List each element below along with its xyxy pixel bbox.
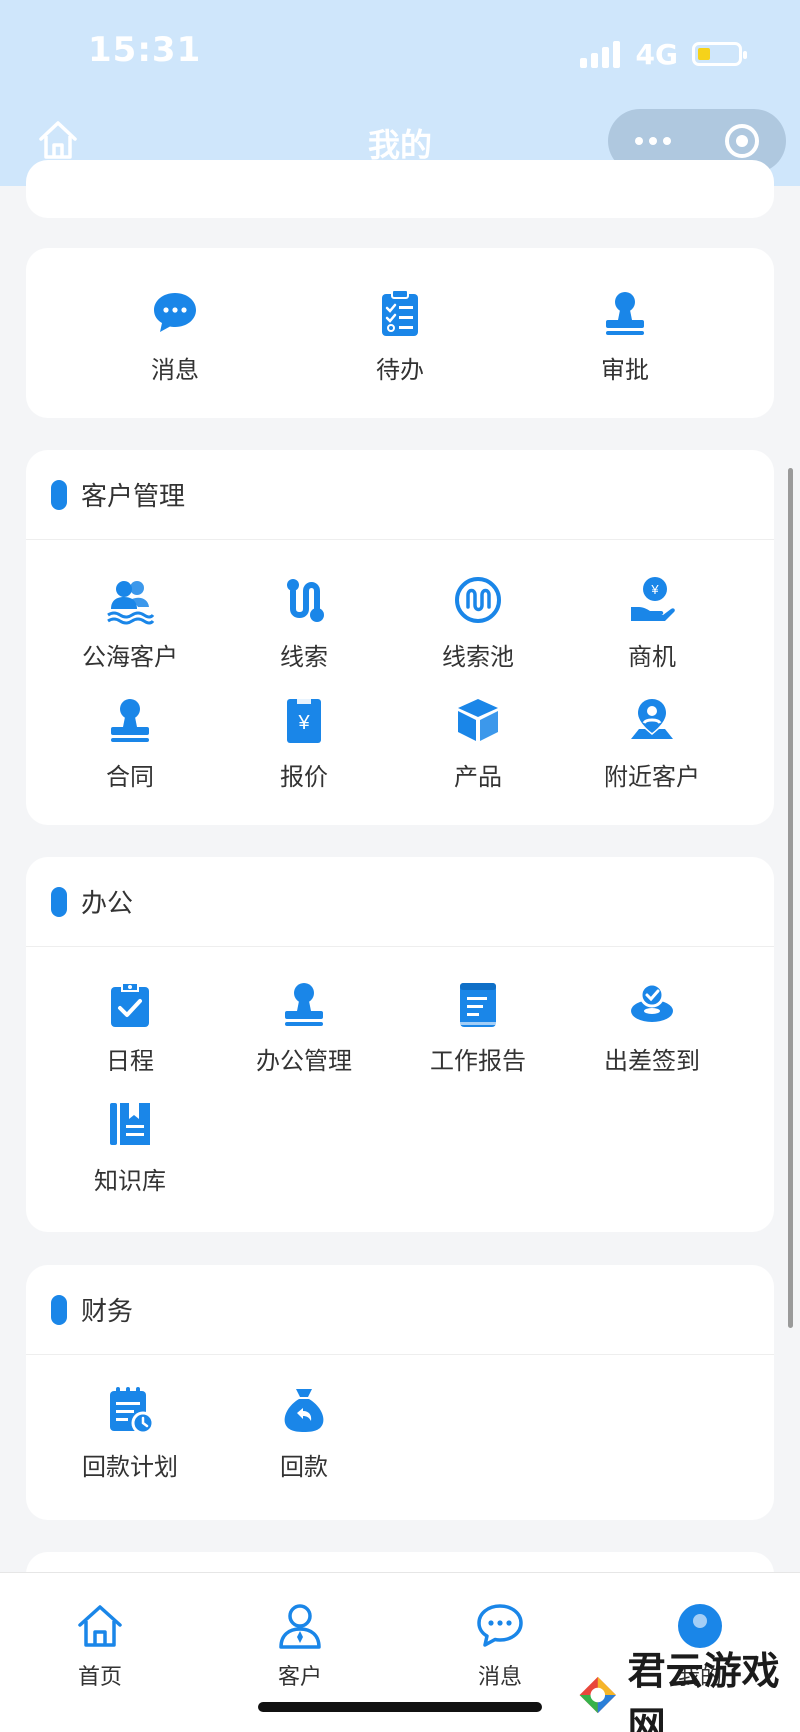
close-program-icon[interactable] <box>697 124 786 158</box>
menu-item-contract[interactable]: 合同 <box>43 695 217 792</box>
quick-item-todo[interactable]: 待办 <box>313 288 487 385</box>
quick-item-approval[interactable]: 审批 <box>538 288 712 385</box>
menu-item-opportunity[interactable]: ¥ 商机 <box>565 575 739 672</box>
svg-text:¥: ¥ <box>297 712 310 734</box>
section-accent-bar <box>51 886 67 917</box>
menu-item-label: 合同 <box>106 763 154 791</box>
tab-messages[interactable]: 消息 <box>440 1601 560 1691</box>
checkin-icon <box>631 982 673 1022</box>
quick-item-label: 审批 <box>601 356 649 384</box>
quick-item-label: 消息 <box>151 356 199 384</box>
chat-bubble-icon <box>154 293 196 332</box>
menu-item-label: 日程 <box>106 1047 154 1075</box>
home-indicator <box>258 1702 542 1712</box>
section-title: 财务 <box>81 1297 134 1327</box>
lead-path-icon <box>287 579 324 622</box>
lead-pool-icon <box>455 577 501 623</box>
tab-label: 客户 <box>277 1665 322 1690</box>
section-header: 办公 <box>26 857 774 947</box>
schedule-clipboard-icon <box>111 982 149 1027</box>
quick-item-label: 待办 <box>376 356 424 384</box>
top-header: 15:31 4G 我的 <box>0 0 800 186</box>
nearby-location-icon <box>631 699 673 739</box>
menu-item-label: 附近客户 <box>604 763 700 791</box>
knowledge-book-icon <box>110 1103 150 1145</box>
battery-icon <box>692 42 747 66</box>
office-card: 办公 日程 办公管理 工作报告 出差签到 知识库 <box>26 857 774 1232</box>
home-icon <box>78 1605 122 1647</box>
watermark-logo-icon <box>579 1676 616 1714</box>
payment-plan-icon <box>110 1387 155 1435</box>
section-title: 客户管理 <box>81 482 186 512</box>
finance-card: 财务 回款计划 回款 <box>26 1265 774 1520</box>
section-header: 财务 <box>26 1265 774 1355</box>
contract-stamp-icon <box>111 699 149 742</box>
menu-item-trip-checkin[interactable]: 出差签到 <box>565 979 739 1076</box>
more-menu-icon[interactable] <box>608 137 697 145</box>
profile-card-partial <box>26 160 774 218</box>
menu-item-label: 商机 <box>628 643 676 671</box>
menu-item-customer-pool[interactable]: 公海客户 <box>43 575 217 672</box>
section-accent-bar <box>51 479 67 510</box>
quote-icon: ¥ <box>287 699 321 743</box>
section-title: 办公 <box>81 889 134 919</box>
menu-item-leads[interactable]: 线索 <box>217 575 391 672</box>
customer-pool-icon <box>107 581 155 625</box>
checklist-icon <box>382 289 418 336</box>
status-time: 15:31 <box>88 30 202 70</box>
quick-entries-card: 消息 待办 审批 <box>26 248 774 418</box>
network-type: 4G <box>635 37 678 71</box>
svg-text:¥: ¥ <box>650 582 659 597</box>
menu-item-label: 出差签到 <box>604 1047 700 1075</box>
menu-item-label: 工作报告 <box>430 1047 526 1075</box>
menu-item-nearby-customers[interactable]: 附近客户 <box>565 695 739 792</box>
menu-item-payment-plan[interactable]: 回款计划 <box>43 1385 217 1482</box>
menu-item-label: 产品 <box>454 763 502 791</box>
section-header: 客户管理 <box>26 450 774 540</box>
menu-item-payment[interactable]: 回款 <box>217 1385 391 1482</box>
office-stamp-icon <box>285 983 323 1026</box>
menu-item-schedule[interactable]: 日程 <box>43 979 217 1076</box>
menu-item-quote[interactable]: ¥ 报价 <box>217 695 391 792</box>
tab-label: 首页 <box>77 1665 122 1690</box>
watermark-text: 君云游戏网 <box>627 1648 780 1732</box>
menu-item-lead-pool[interactable]: 线索池 <box>391 575 565 672</box>
quick-item-messages[interactable]: 消息 <box>88 288 262 385</box>
menu-item-label: 报价 <box>280 763 328 791</box>
report-book-icon <box>460 983 496 1027</box>
tab-label: 消息 <box>477 1665 522 1690</box>
signal-icon <box>579 40 620 68</box>
customer-icon <box>279 1604 321 1649</box>
tab-customer[interactable]: 客户 <box>240 1601 360 1691</box>
scrollbar[interactable] <box>788 468 793 1328</box>
menu-item-knowledge-base[interactable]: 知识库 <box>43 1099 217 1196</box>
status-indicators: 4G <box>579 36 747 72</box>
menu-item-label: 回款计划 <box>82 1453 178 1481</box>
menu-item-work-report[interactable]: 工作报告 <box>391 979 565 1076</box>
site-watermark: 君云游戏网 <box>576 1640 800 1732</box>
menu-item-label: 回款 <box>280 1453 328 1481</box>
menu-item-label: 知识库 <box>94 1167 166 1195</box>
customer-management-card: 客户管理 公海客户 线索 线索池 ¥ 商机 合同 ¥ 报价 产品 附近客户 <box>26 450 774 825</box>
tab-home[interactable]: 首页 <box>40 1601 160 1691</box>
menu-item-label: 线索 <box>280 643 328 671</box>
menu-item-office-management[interactable]: 办公管理 <box>217 979 391 1076</box>
menu-item-label: 公海客户 <box>82 643 178 671</box>
menu-item-product[interactable]: 产品 <box>391 695 565 792</box>
money-bag-icon <box>284 1389 324 1432</box>
message-icon <box>477 1604 523 1647</box>
menu-item-label: 办公管理 <box>256 1047 352 1075</box>
menu-item-label: 线索池 <box>442 643 514 671</box>
opportunity-icon: ¥ <box>631 577 675 621</box>
section-accent-bar <box>51 1294 67 1325</box>
product-box-icon <box>458 699 498 741</box>
stamp-icon <box>606 292 644 335</box>
